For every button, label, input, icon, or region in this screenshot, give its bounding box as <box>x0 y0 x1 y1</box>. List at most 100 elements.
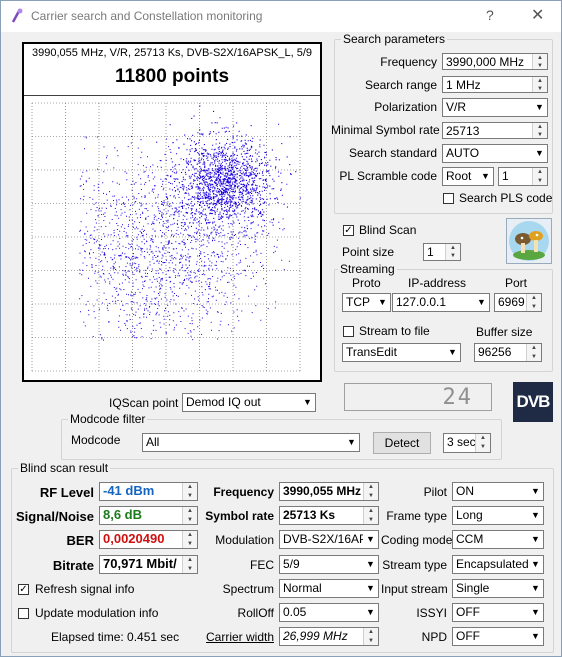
frame-type-select[interactable]: Long ▼ <box>452 506 544 525</box>
chevron-down-icon: ▼ <box>300 394 315 411</box>
stream-to-file-checkbox[interactable] <box>343 326 354 337</box>
ip-address-select[interactable]: 127.0.0.1 ▼ <box>392 293 490 312</box>
polarization-label: Polarization <box>374 100 437 114</box>
modulation-label: Modulation <box>215 533 274 547</box>
chevron-down-icon: ▼ <box>344 434 359 451</box>
mascot-button[interactable] <box>506 218 552 264</box>
search-pls-checkbox[interactable] <box>443 193 454 204</box>
scope-info: 3990,055 MHz, V/R, 25713 Ks, DVB-S2X/16A… <box>31 47 313 59</box>
search-standard-label: Search standard <box>348 146 437 160</box>
chevron-down-icon: ▼ <box>363 531 378 548</box>
port-spinner[interactable]: ▲ ▼ <box>526 294 541 311</box>
min-symbol-rate-spinner[interactable]: ▲ ▼ <box>532 123 547 138</box>
window-title: Carrier search and Constellation monitor… <box>31 9 263 23</box>
mascot-icon <box>509 221 549 261</box>
point-size-label: Point size <box>342 245 395 259</box>
spectrum-select[interactable]: Normal ▼ <box>279 579 379 598</box>
issyi-label: ISSYI <box>416 606 447 620</box>
search-parameters-legend: Search parameters <box>341 32 448 46</box>
frequency-spinner[interactable]: ▲ ▼ <box>532 54 547 69</box>
points-count: 11800 points <box>114 66 230 87</box>
chevron-down-icon: ▼ <box>363 556 378 573</box>
chevron-down-icon: ▼ <box>528 483 543 500</box>
search-standard-select[interactable]: AUTO ▼ <box>442 144 548 163</box>
ber-spinner[interactable]: ▲ ▼ <box>182 531 197 548</box>
frequency-result-label: Frequency <box>213 485 274 499</box>
issyi-select[interactable]: OFF ▼ <box>452 603 544 622</box>
rf-level-label: RF Level <box>39 485 94 500</box>
polarization-select[interactable]: V/R ▼ <box>442 98 548 117</box>
chevron-down-icon: ▼ <box>363 580 378 597</box>
symbol-rate-label: Symbol rate <box>205 509 274 523</box>
dialog-window: Carrier search and Constellation monitor… <box>0 0 562 657</box>
port-label: Port <box>505 276 528 290</box>
rf-level-spinner[interactable]: ▲ ▼ <box>182 483 197 500</box>
title-bar: Carrier search and Constellation monitor… <box>1 1 561 32</box>
modulation-select[interactable]: DVB-S2X/16APSK ▼ <box>279 530 379 549</box>
npd-select[interactable]: OFF ▼ <box>452 627 544 646</box>
pilot-label: Pilot <box>423 485 447 499</box>
ber-label: BER <box>66 533 94 548</box>
rolloff-select[interactable]: 0.05 ▼ <box>279 603 379 622</box>
chevron-down-icon: ▼ <box>528 580 543 597</box>
signal-noise-spinner[interactable]: ▲ ▼ <box>182 507 197 524</box>
chevron-down-icon: ▼ <box>474 294 489 311</box>
npd-label: NPD <box>421 630 447 644</box>
chevron-down-icon: ▼ <box>532 99 547 116</box>
search-range-spinner[interactable]: ▲ ▼ <box>532 77 547 92</box>
search-pls-label: Search PLS code <box>459 191 553 205</box>
constellation-points <box>79 105 301 341</box>
stream-to-file-label: Stream to file <box>359 324 430 338</box>
coding-mode-select[interactable]: CCM ▼ <box>452 530 544 549</box>
fec-label: FEC <box>250 558 274 572</box>
update-modulation-label: Update modulation info <box>35 606 159 620</box>
symbol-rate-spinner[interactable]: ▲ ▼ <box>363 507 378 524</box>
proto-label: Proto <box>352 276 381 290</box>
bitrate-label: Bitrate <box>52 558 94 573</box>
pl-scramble-spinner[interactable]: ▲ ▼ <box>532 168 547 185</box>
chevron-down-icon: ▼ <box>528 628 543 645</box>
point-size-spinner[interactable]: ▲ ▼ <box>445 244 460 260</box>
blind-scan-label: Blind Scan <box>359 223 417 237</box>
carrier-width-label[interactable]: Carrier width <box>196 630 274 644</box>
input-stream-select[interactable]: Single ▼ <box>452 579 544 598</box>
update-modulation-checkbox[interactable] <box>18 608 29 619</box>
buffer-size-spinner[interactable]: ▲ ▼ <box>526 344 541 361</box>
frequency-label: Frequency <box>380 55 437 69</box>
chevron-down-icon: ▼ <box>528 531 543 548</box>
chevron-down-icon: ▼ <box>478 168 493 185</box>
chevron-down-icon: ▼ <box>532 145 547 162</box>
carrier-width-spinner[interactable]: ▲ ▼ <box>363 628 378 645</box>
signal-noise-label: Signal/Noise <box>15 509 94 524</box>
elapsed-time: Elapsed time: 0.451 sec <box>51 630 180 644</box>
frequency-result-spinner[interactable]: ▲ ▼ <box>363 483 378 500</box>
stream-app-select[interactable]: TransEdit ▼ <box>342 343 461 362</box>
app-icon <box>11 8 23 23</box>
refresh-signal-checkbox[interactable]: ✓ <box>18 584 29 595</box>
blind-scan-checkbox[interactable]: ✓ <box>343 225 354 236</box>
fec-select[interactable]: 5/9 ▼ <box>279 555 379 574</box>
constellation-plot <box>24 95 320 372</box>
streaming-legend: Streaming <box>338 262 397 276</box>
modcode-label: Modcode <box>71 433 121 447</box>
close-button[interactable]: ✕ <box>531 5 544 25</box>
iqscan-select[interactable]: Demod IQ out ▼ <box>182 393 316 412</box>
pilot-select[interactable]: ON ▼ <box>452 482 544 501</box>
blind-scan-result-legend: Blind scan result <box>18 461 111 475</box>
frame-type-label: Frame type <box>386 509 447 523</box>
help-button[interactable]: ? <box>486 7 494 23</box>
chevron-down-icon: ▼ <box>528 556 543 573</box>
ip-address-label: IP-address <box>408 276 467 290</box>
detect-button[interactable]: Detect <box>373 432 431 454</box>
stream-type-select[interactable]: Encapsulated ▼ <box>452 555 544 574</box>
coding-mode-label: Coding mode <box>381 533 453 547</box>
chevron-down-icon: ▼ <box>445 344 460 361</box>
iqscan-label: IQScan point <box>109 396 179 410</box>
pl-scramble-mode-select[interactable]: Root ▼ <box>442 167 494 186</box>
modcode-select[interactable]: All ▼ <box>142 433 360 452</box>
detect-interval-spinner[interactable]: ▲ ▼ <box>475 434 490 452</box>
bitrate-spinner[interactable]: ▲ ▼ <box>182 556 197 573</box>
buffer-size-label: Buffer size <box>476 325 533 339</box>
proto-select[interactable]: TCP ▼ <box>342 293 391 312</box>
stream-type-label: Stream type <box>382 558 447 572</box>
